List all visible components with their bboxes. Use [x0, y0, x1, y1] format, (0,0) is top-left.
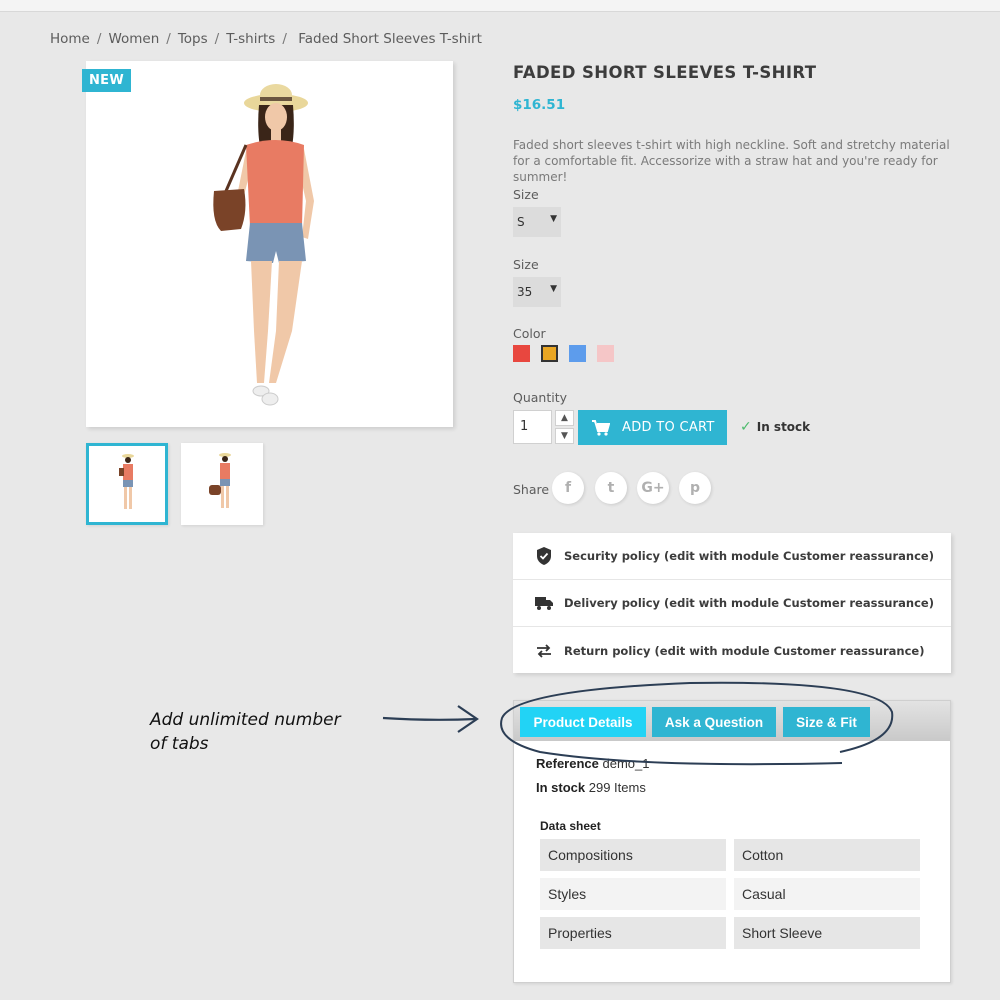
annotation-text: Add unlimited number of tabs	[150, 708, 341, 756]
thumbnail-1[interactable]	[86, 443, 168, 525]
reference-line: Reference demo_1	[536, 756, 649, 771]
color-swatch-blue[interactable]	[569, 345, 586, 362]
reassurance-return-text: Return policy (edit with module Customer…	[564, 643, 925, 658]
datasheet-value: Short Sleeve	[734, 917, 920, 949]
facebook-icon: f	[564, 480, 572, 496]
reference-value: demo_1	[602, 756, 650, 771]
color-label: Color	[513, 326, 546, 341]
datasheet-key: Properties	[540, 917, 726, 949]
reference-label: Reference	[536, 756, 599, 771]
reassurance-security-text: Security policy (edit with module Custom…	[564, 549, 934, 563]
caret-down-icon: ▼	[550, 284, 557, 294]
tab-ask-question[interactable]: Ask a Question	[652, 707, 776, 737]
twitter-icon: t	[607, 480, 615, 496]
check-icon: ✓	[740, 419, 752, 435]
add-to-cart-label: ADD TO CART	[622, 420, 715, 435]
breadcrumb-tshirts[interactable]: T-shirts	[226, 31, 275, 47]
annotation-line-2: of tabs	[150, 734, 209, 754]
cart-icon	[592, 419, 610, 436]
caret-down-icon: ▼	[550, 214, 557, 224]
new-badge: NEW	[82, 69, 131, 92]
quantity-increase-button[interactable]: ▲	[555, 410, 574, 426]
tab-size-fit[interactable]: Size & Fit	[783, 707, 870, 737]
size-label: Size	[513, 187, 539, 202]
share-label: Share	[513, 482, 550, 497]
datasheet-key: Styles	[540, 878, 726, 910]
annotation-arrow	[382, 716, 477, 721]
tab-product-details[interactable]: Product Details	[520, 707, 646, 737]
stock-status: ✓ In stock	[740, 419, 810, 435]
breadcrumb-current: Faded Short Sleeves T-shirt	[298, 31, 482, 47]
quantity-input[interactable]: 1	[513, 410, 552, 444]
reassurance-return: Return policy (edit with module Customer…	[513, 627, 951, 674]
reassurance-delivery: Delivery policy (edit with module Custom…	[513, 580, 951, 627]
annotation-arrowhead	[457, 705, 479, 733]
color-swatch-red[interactable]	[513, 345, 530, 362]
breadcrumb-home[interactable]: Home	[50, 31, 90, 47]
googleplus-icon: G+	[641, 480, 665, 496]
product-tabs-panel: Product Details Ask a Question Size & Fi…	[513, 700, 951, 983]
product-title: FADED SHORT SLEEVES T-SHIRT	[513, 63, 817, 82]
datasheet-key: Compositions	[540, 839, 726, 871]
tab-stock-value: 299 Items	[588, 780, 646, 795]
reassurance-block: Security policy (edit with module Custom…	[513, 533, 951, 673]
product-description: Faded short sleeves t-shirt with high ne…	[513, 138, 950, 184]
top-bar	[0, 0, 1000, 12]
swap-arrows-icon	[533, 643, 555, 658]
thumbnail-photo	[119, 454, 134, 509]
stock-label: In stock	[756, 420, 811, 434]
color-swatch-orange[interactable]	[541, 345, 558, 362]
size-select-2[interactable]: 35 ▼	[513, 277, 561, 307]
size-select-2-value: 35	[517, 285, 533, 299]
datasheet-value: Casual	[734, 878, 920, 910]
model-photo	[213, 84, 314, 406]
reassurance-security: Security policy (edit with module Custom…	[513, 533, 951, 580]
quantity-label: Quantity	[513, 390, 568, 405]
stock-line: In stock 299 Items	[536, 780, 646, 795]
color-swatch-pink[interactable]	[597, 345, 614, 362]
facebook-share-button[interactable]: f	[552, 472, 584, 504]
size-label-2: Size	[513, 257, 539, 272]
product-main-image[interactable]: NEW	[82, 61, 453, 427]
datasheet-value: Cotton	[734, 839, 920, 871]
thumbnail-2[interactable]	[181, 443, 263, 525]
product-price: $16.51	[513, 97, 566, 113]
pinterest-share-button[interactable]: p	[679, 472, 711, 504]
tab-stock-label: In stock	[536, 780, 586, 795]
thumbnail-photo	[209, 453, 231, 508]
googleplus-share-button[interactable]: G+	[637, 472, 669, 504]
truck-icon	[533, 595, 555, 611]
size-select[interactable]: S ▼	[513, 207, 561, 237]
pinterest-icon: p	[689, 480, 701, 496]
breadcrumb-women[interactable]: Women	[108, 31, 159, 47]
breadcrumb-tops[interactable]: Tops	[178, 31, 208, 47]
datasheet-title: Data sheet	[540, 819, 601, 833]
annotation-line-1: Add unlimited number	[150, 710, 341, 730]
breadcrumb: Home / Women / Tops / T-shirts / Faded Short Sl…	[50, 31, 482, 47]
twitter-share-button[interactable]: t	[595, 472, 627, 504]
quantity-decrease-button[interactable]: ▼	[555, 428, 574, 444]
shield-icon	[533, 546, 555, 566]
size-select-value: S	[517, 215, 525, 229]
reassurance-delivery-text: Delivery policy (edit with module Custom…	[564, 596, 934, 610]
add-to-cart-button[interactable]: ADD TO CART	[578, 410, 727, 445]
